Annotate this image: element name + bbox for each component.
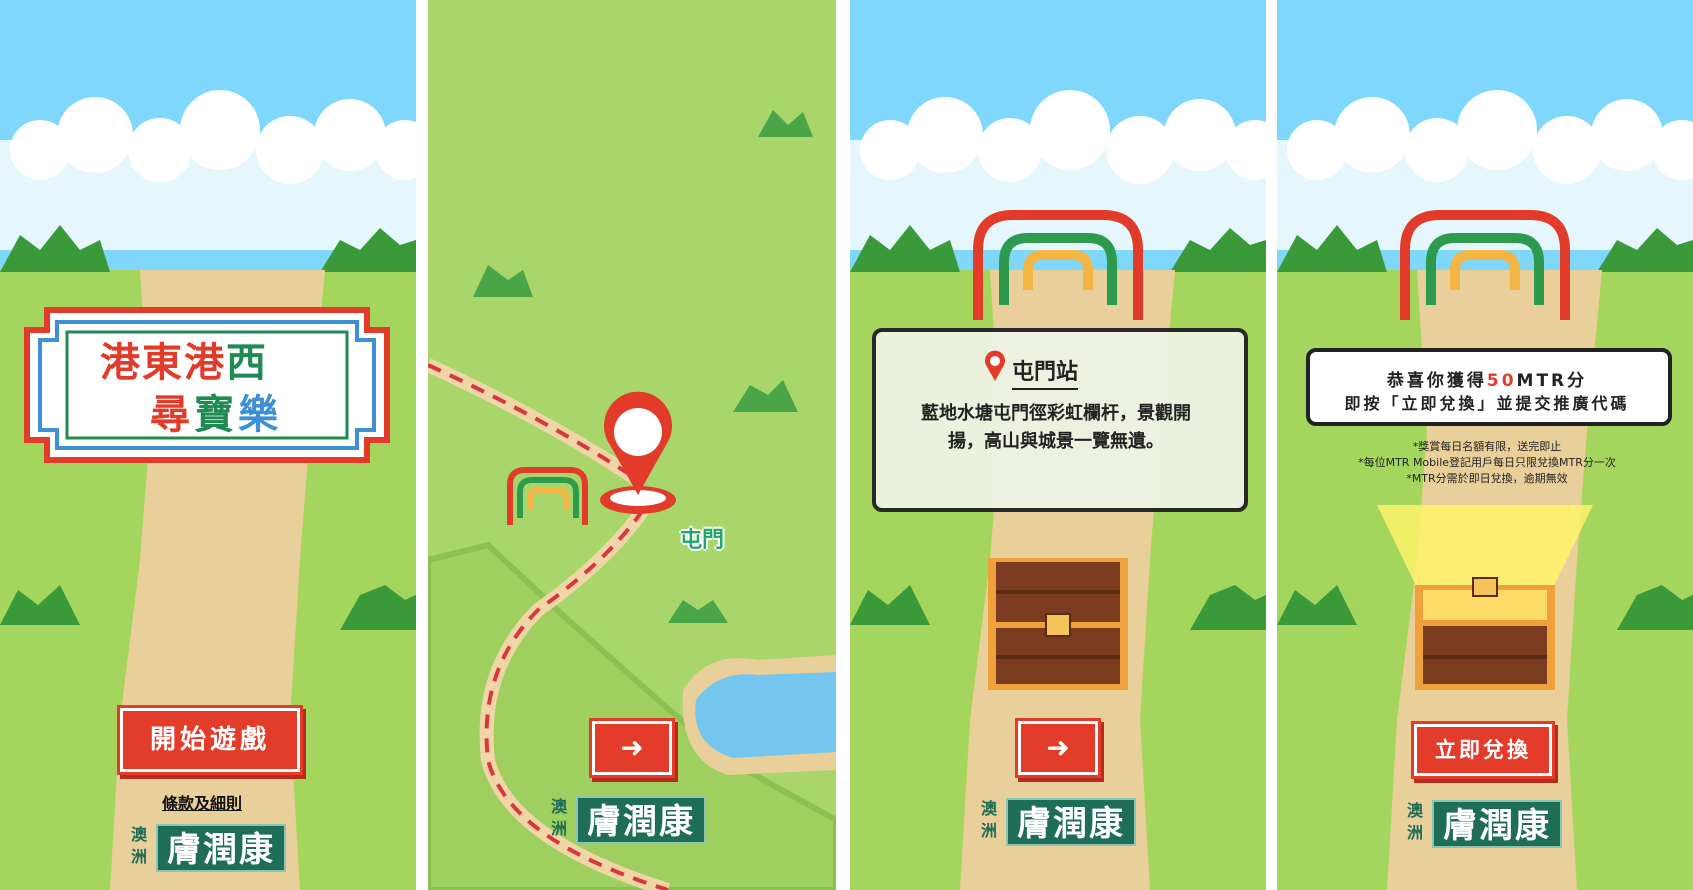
- sponsor-char: 洲: [550, 819, 567, 838]
- title-char: 尋: [150, 392, 194, 438]
- start-screen: 港東港西 尋寶樂 開始遊戲 條款及細則 澳洲 膚潤康: [0, 0, 416, 890]
- title-char: 港: [100, 340, 142, 386]
- station-screen: 屯門站 藍地水塘屯門徑彩虹欄杆，景觀開 揚，高山與城景一覽無遺。 ➜ 澳洲 膚潤…: [850, 0, 1266, 890]
- title-char: 港: [184, 340, 226, 386]
- sponsor-logo: 澳洲 膚潤康: [978, 798, 1148, 848]
- station-map-label: 屯門: [680, 528, 725, 553]
- sponsor-logo: 澳洲 膚潤康: [548, 796, 718, 846]
- sponsor-brand: 膚潤康: [156, 824, 286, 872]
- points-unit: MTR分: [1516, 371, 1588, 391]
- title-char: 寶: [194, 392, 238, 438]
- note-line: *每位MTR Mobile登記用戶每日只限兌換MTR分一次: [1358, 456, 1616, 469]
- title-char: 樂: [238, 392, 282, 438]
- sponsor-logo: 澳洲 膚潤康: [1404, 800, 1574, 850]
- points-value: 50: [1486, 371, 1517, 391]
- sponsor-char: 洲: [130, 847, 147, 866]
- redeem-instruction: 即按「立即兌換」並提交推廣代碼: [1344, 394, 1630, 413]
- sponsor-small-text: 澳洲: [548, 796, 570, 840]
- sponsor-brand: 膚潤康: [1432, 800, 1562, 848]
- map-screen: 屯門 ➜ 澳洲 膚潤康: [428, 0, 836, 890]
- start-game-button[interactable]: 開始遊戲: [120, 708, 300, 772]
- terms-link[interactable]: 條款及細則: [162, 790, 242, 814]
- reward-screen: 恭喜你獲得50MTR分 即按「立即兌換」並提交推廣代碼 *獎賞每日名額有限，送完…: [1277, 0, 1693, 890]
- sponsor-logo: 澳洲 膚潤康: [128, 824, 298, 874]
- sponsor-char: 澳: [1406, 801, 1423, 820]
- sponsor-small-text: 澳洲: [1404, 800, 1426, 844]
- description-line: 藍地水塘屯門徑彩虹欄杆，景觀開: [921, 403, 1191, 424]
- sponsor-brand: 膚潤康: [576, 796, 706, 844]
- sponsor-small-text: 澳洲: [978, 798, 1000, 842]
- game-title-line1: 港東港西: [100, 330, 268, 388]
- note-line: *MTR分需於即日兌換，逾期無效: [1406, 472, 1568, 485]
- description-line: 揚，高山與城景一覽無遺。: [948, 431, 1164, 452]
- arrow-right-icon: ➜: [620, 731, 644, 764]
- sponsor-char: 澳: [980, 799, 997, 818]
- sponsor-char: 洲: [980, 821, 997, 840]
- arrow-right-icon: ➜: [1046, 731, 1070, 764]
- next-button[interactable]: ➜: [1018, 721, 1098, 775]
- redeem-now-button[interactable]: 立即兌換: [1414, 724, 1552, 776]
- sponsor-char: 洲: [1406, 823, 1423, 842]
- station-name: 屯門站: [1012, 354, 1079, 390]
- sponsor-char: 澳: [550, 797, 567, 816]
- station-description: 藍地水塘屯門徑彩虹欄杆，景觀開 揚，高山與城景一覽無遺。: [886, 400, 1226, 456]
- note-line: *獎賞每日名額有限，送完即止: [1412, 440, 1562, 453]
- title-char: 東: [142, 340, 184, 386]
- sponsor-brand: 膚潤康: [1006, 798, 1136, 846]
- location-pin-icon: [984, 350, 1006, 386]
- title-char: 西: [226, 340, 268, 386]
- game-title-line2: 尋寶樂: [150, 382, 282, 440]
- sponsor-small-text: 澳洲: [128, 824, 150, 868]
- congrats-prefix: 恭喜你獲得: [1386, 371, 1487, 391]
- next-button[interactable]: ➜: [592, 721, 672, 775]
- reward-notes: *獎賞每日名額有限，送完即止 *每位MTR Mobile登記用戶每日只限兌換MT…: [1317, 439, 1657, 487]
- congrats-line: 恭喜你獲得50MTR分: [1317, 366, 1657, 391]
- sponsor-char: 澳: [130, 825, 147, 844]
